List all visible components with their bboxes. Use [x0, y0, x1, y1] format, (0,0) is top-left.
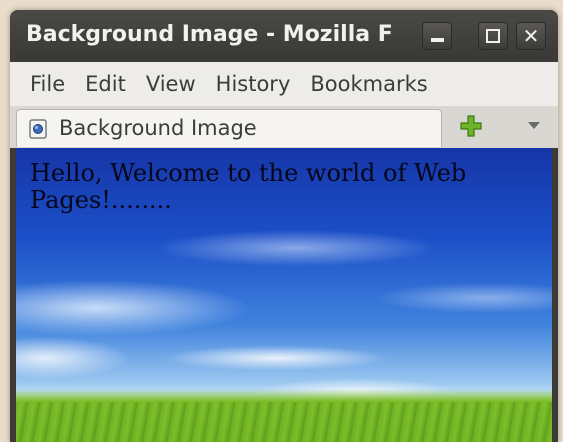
minimize-icon — [431, 38, 444, 42]
title-bar[interactable]: Background Image - Mozilla F ✕ — [10, 10, 558, 60]
plus-icon[interactable] — [460, 115, 482, 137]
menu-file[interactable]: File — [30, 72, 65, 96]
window-title: Background Image - Mozilla F — [26, 22, 393, 47]
browser-window: Background Image - Mozilla F ✕ File Edit… — [10, 10, 558, 442]
tab-label: Background Image — [59, 116, 257, 140]
grass-background — [16, 402, 552, 442]
close-button[interactable]: ✕ — [516, 22, 546, 50]
page-text: Hello, Welcome to the world of Web Pages… — [30, 159, 467, 214]
maximize-icon — [486, 29, 500, 43]
chevron-down-icon[interactable] — [528, 122, 540, 129]
minimize-button[interactable] — [422, 22, 452, 50]
tab-background-image[interactable]: Background Image — [16, 109, 442, 147]
tab-strip: Background Image — [10, 106, 558, 148]
menu-bar: File Edit View History Bookmarks — [10, 62, 558, 106]
menu-bookmarks[interactable]: Bookmarks — [310, 72, 427, 96]
page-content: Hello, Welcome to the world of Web Pages… — [16, 148, 552, 442]
page-icon — [29, 119, 47, 139]
menu-view[interactable]: View — [146, 72, 196, 96]
close-icon: ✕ — [522, 24, 540, 48]
menu-history[interactable]: History — [216, 72, 291, 96]
menu-edit[interactable]: Edit — [85, 72, 126, 96]
maximize-button[interactable] — [478, 22, 508, 50]
